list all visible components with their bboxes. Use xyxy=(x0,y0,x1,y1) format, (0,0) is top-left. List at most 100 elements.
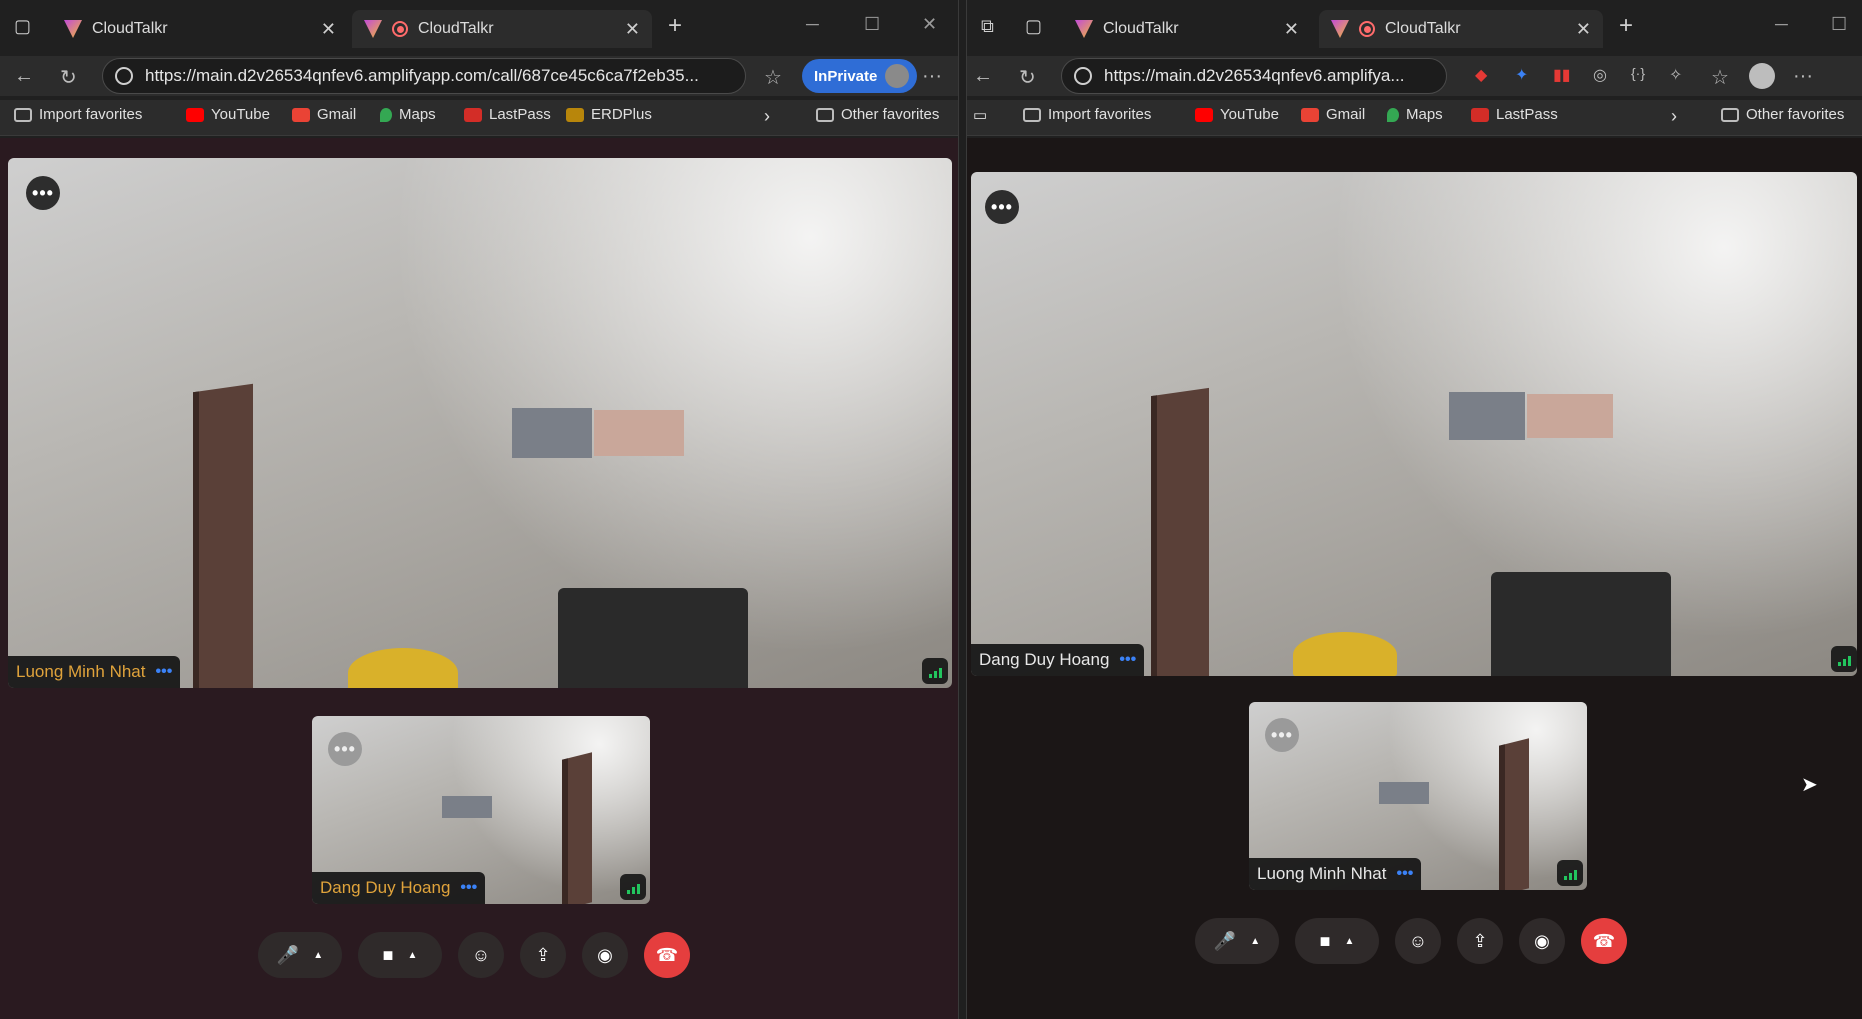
bookmark-erdplus[interactable]: ERDPlus xyxy=(566,106,652,123)
tab-actions-icon[interactable]: ▢ xyxy=(14,16,31,37)
video-helmet xyxy=(1293,632,1397,676)
hang-up-icon: ☎ xyxy=(1592,930,1616,951)
reaction-button[interactable]: ☺ xyxy=(458,932,504,978)
inprivate-button[interactable]: InPrivate xyxy=(802,59,918,93)
microphone-button[interactable]: 🎤 ▲ xyxy=(258,932,342,978)
record-button[interactable]: ◉ xyxy=(1519,918,1565,964)
name-more-icon[interactable]: ••• xyxy=(155,663,172,681)
compass-extension-icon[interactable]: ◎ xyxy=(1593,65,1607,85)
main-video: ••• Dang Duy Hoang ••• xyxy=(971,172,1857,676)
refresh-icon[interactable]: ↻ xyxy=(1019,65,1036,90)
bookmark-gmail[interactable]: Gmail xyxy=(292,106,356,123)
bookmark-other-favorites[interactable]: Other favorites xyxy=(1721,106,1844,123)
microphone-button[interactable]: 🎤 ▲ xyxy=(1195,918,1279,964)
gmail-icon xyxy=(1301,107,1319,122)
end-call-button[interactable]: ☎ xyxy=(644,932,690,978)
tab-cloudtalkr-1[interactable]: CloudTalkr ✕ xyxy=(1063,10,1311,48)
extensions-puzzle-icon[interactable]: ✧ xyxy=(1669,65,1682,85)
bookmark-youtube[interactable]: YouTube xyxy=(186,106,270,123)
address-bar[interactable]: https://main.d2v26534qnfev6.amplifya... xyxy=(1061,58,1447,94)
refresh-icon[interactable]: ↻ xyxy=(60,65,77,90)
video-poster xyxy=(1379,782,1429,804)
erdplus-icon xyxy=(566,107,584,122)
participant-more-button[interactable]: ••• xyxy=(985,190,1019,224)
bookmark-lastpass[interactable]: LastPass xyxy=(1471,106,1558,123)
bookmark-import-favorites[interactable]: Import favorites xyxy=(14,106,142,123)
bookmark-maps[interactable]: Maps xyxy=(380,106,436,123)
close-tab-icon[interactable]: ✕ xyxy=(625,19,640,40)
bookmark-import-favorites[interactable]: Import favorites xyxy=(1023,106,1151,123)
participant-more-button[interactable]: ••• xyxy=(328,732,362,766)
signal-strength-icon xyxy=(922,658,948,684)
bookmark-label: LastPass xyxy=(1496,106,1558,123)
site-info-icon[interactable] xyxy=(115,67,133,85)
share-screen-button[interactable]: ⇪ xyxy=(1457,918,1503,964)
share-screen-button[interactable]: ⇪ xyxy=(520,932,566,978)
name-more-icon[interactable]: ••• xyxy=(1119,651,1136,669)
participant-name: Dang Duy Hoang xyxy=(979,650,1110,669)
favorites-star-icon[interactable]: ☆ xyxy=(764,65,782,90)
collections-icon[interactable]: ▭ xyxy=(973,106,987,124)
site-info-icon[interactable] xyxy=(1074,67,1092,85)
close-window-icon[interactable]: ✕ xyxy=(922,14,937,35)
close-tab-icon[interactable]: ✕ xyxy=(1576,19,1591,40)
new-tab-icon[interactable]: + xyxy=(1619,12,1633,40)
end-call-button[interactable]: ☎ xyxy=(1581,918,1627,964)
back-icon[interactable]: ← xyxy=(14,65,34,88)
reaction-button[interactable]: ☺ xyxy=(1395,918,1441,964)
address-bar[interactable]: https://main.d2v26534qnfev6.amplifyapp.c… xyxy=(102,58,746,94)
name-more-icon[interactable]: ••• xyxy=(460,879,477,897)
chevron-right-icon[interactable]: › xyxy=(764,106,770,127)
caret-up-icon[interactable]: ▲ xyxy=(1250,936,1260,947)
tab-cloudtalkr-1[interactable]: CloudTalkr ✕ xyxy=(52,10,348,48)
participant-name-tag: Dang Duy Hoang ••• xyxy=(312,872,486,904)
camera-button[interactable]: ■ ▲ xyxy=(1295,918,1379,964)
video-poster xyxy=(594,410,684,456)
settings-more-icon[interactable]: ··· xyxy=(922,65,942,88)
bookmark-youtube[interactable]: YouTube xyxy=(1195,106,1279,123)
share-screen-icon: ⇪ xyxy=(1472,930,1488,951)
gmail-icon xyxy=(292,107,310,122)
call-stage: ••• Luong Minh Nhat ••• ••• Dang Duy Hoa… xyxy=(0,138,958,1019)
participant-more-button[interactable]: ••• xyxy=(26,176,60,210)
favorites-star-icon[interactable]: ☆ xyxy=(1711,65,1729,90)
ublock-extension-icon[interactable]: ◆ xyxy=(1475,65,1487,85)
tab-title: CloudTalkr xyxy=(92,20,168,37)
new-tab-icon[interactable]: + xyxy=(668,12,682,40)
tab-cloudtalkr-2[interactable]: CloudTalkr ✕ xyxy=(1319,10,1603,48)
profile-avatar-icon[interactable] xyxy=(1749,63,1775,89)
maximize-icon[interactable]: ☐ xyxy=(1831,14,1847,35)
caret-up-icon[interactable]: ▲ xyxy=(1344,936,1354,947)
minimize-icon[interactable]: ─ xyxy=(806,14,819,35)
back-icon[interactable]: ← xyxy=(973,65,993,88)
caret-up-icon[interactable]: ▲ xyxy=(313,950,323,961)
bookmark-label: Other favorites xyxy=(841,106,940,123)
extension-icon[interactable]: ✦ xyxy=(1515,65,1528,85)
bookmark-lastpass[interactable]: LastPass xyxy=(464,106,551,123)
name-more-icon[interactable]: ••• xyxy=(1396,865,1413,883)
recording-indicator-icon xyxy=(1359,21,1375,37)
record-button[interactable]: ◉ xyxy=(582,932,628,978)
close-tab-icon[interactable]: ✕ xyxy=(321,19,336,40)
camera-button[interactable]: ■ ▲ xyxy=(358,932,442,978)
participant-name-tag: Luong Minh Nhat ••• xyxy=(1249,858,1422,890)
caret-up-icon[interactable]: ▲ xyxy=(407,950,417,961)
settings-more-icon[interactable]: ··· xyxy=(1793,65,1813,88)
chevron-right-icon[interactable]: › xyxy=(1671,106,1677,127)
participant-more-button[interactable]: ••• xyxy=(1265,718,1299,752)
tab-title: CloudTalkr xyxy=(1103,20,1179,37)
tab-cloudtalkr-2[interactable]: CloudTalkr ✕ xyxy=(352,10,652,48)
code-extension-icon[interactable]: {·} xyxy=(1631,65,1645,81)
microphone-icon: 🎤 xyxy=(276,944,300,965)
signal-strength-icon xyxy=(620,874,646,900)
close-tab-icon[interactable]: ✕ xyxy=(1284,19,1299,40)
audio-extension-icon[interactable]: ▮▮ xyxy=(1553,65,1571,85)
bookmark-gmail[interactable]: Gmail xyxy=(1301,106,1365,123)
bookmark-maps[interactable]: Maps xyxy=(1387,106,1443,123)
minimize-icon[interactable]: ─ xyxy=(1775,14,1788,35)
tab-actions-icon[interactable]: ▢ xyxy=(1025,16,1042,37)
workspaces-icon[interactable]: ⧉ xyxy=(981,16,994,37)
record-icon: ◉ xyxy=(597,944,613,965)
maximize-icon[interactable]: ☐ xyxy=(864,14,880,35)
bookmark-other-favorites[interactable]: Other favorites xyxy=(816,106,939,123)
